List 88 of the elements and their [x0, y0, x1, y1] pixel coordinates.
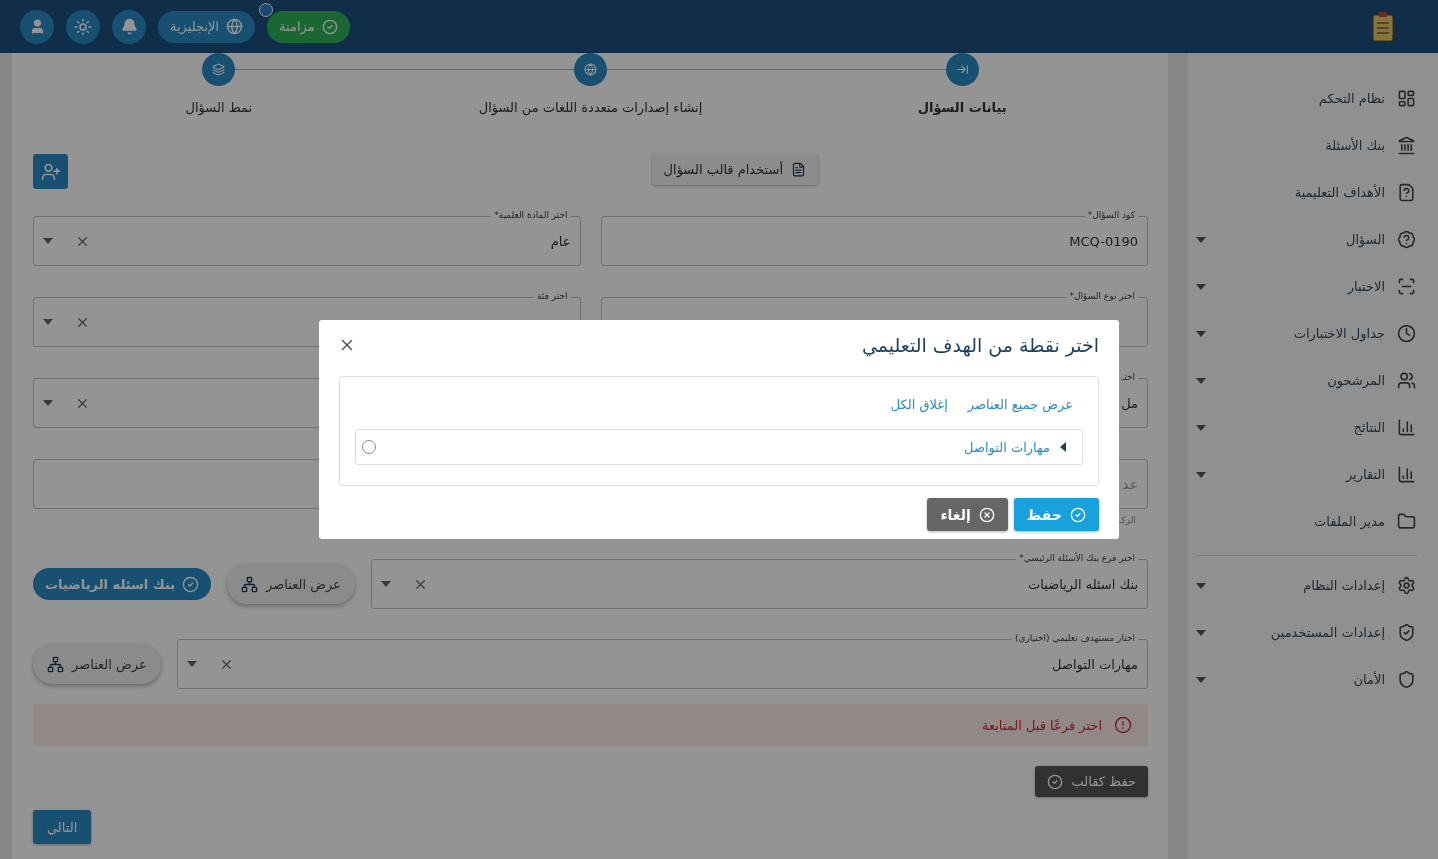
radio-button[interactable] [362, 440, 376, 454]
next-button[interactable]: التالي [33, 810, 92, 844]
check-icon [321, 18, 338, 35]
cancel-button[interactable]: إلغاء [927, 498, 1008, 531]
expand-all-link[interactable]: عرض جميع العناصر [967, 397, 1073, 412]
document-icon [791, 162, 806, 177]
menu-item-icon [1397, 418, 1416, 437]
selected-bank-chip: بنك اسئله الرياضيات [33, 568, 212, 600]
field-label: اختار مستهدف تعليمي (اختياري) [1011, 632, 1138, 644]
menu-item-icon [1397, 465, 1416, 484]
profile-button[interactable] [20, 9, 54, 44]
bell-icon [120, 18, 138, 35]
language-button[interactable]: الإنجليزية [158, 10, 256, 43]
collapse-all-link[interactable]: إغلاق الكل [890, 397, 948, 412]
field-label: اختر فئة [534, 290, 571, 302]
check-icon [1070, 506, 1086, 523]
save-as-template-button[interactable]: حفظ كقالب [1035, 766, 1148, 797]
menu-item-icon [1397, 670, 1416, 689]
menu-item-icon [1397, 623, 1416, 642]
menu-item-icon [1397, 324, 1416, 343]
menu-item-icon [1397, 89, 1416, 108]
add-user-icon [40, 161, 61, 182]
sidebar-item[interactable]: جداول الاختبارات [1196, 310, 1418, 357]
check-icon [1047, 773, 1064, 790]
menu-item-icon [1397, 277, 1416, 296]
sidebar-item[interactable]: الأمان [1196, 656, 1418, 703]
save-button[interactable]: حفظ [1013, 498, 1099, 531]
step-label[interactable]: بيانات السؤال [917, 100, 1007, 115]
field-label: اختـ [1118, 371, 1138, 383]
menu-item-icon [1397, 183, 1416, 202]
menu-item-icon [1397, 512, 1416, 531]
clipboard-logo [1370, 10, 1400, 43]
field-label: اختر المادة العلمية* [491, 209, 571, 221]
field-label: اختر فرع بنك الأسئلة الرئيسي* [1016, 552, 1138, 564]
globe-icon [226, 18, 244, 35]
notification-dot [259, 2, 274, 17]
dropdown-caret-icon[interactable] [186, 661, 197, 667]
dropdown-caret-icon[interactable] [43, 238, 53, 244]
sidebar-item[interactable]: النتائج [1196, 404, 1418, 451]
use-template-button[interactable]: أستخدام قالب السؤال [651, 154, 818, 185]
check-icon [182, 575, 200, 593]
sidebar-item[interactable]: نظام التحكم [1196, 75, 1418, 122]
sun-icon [74, 17, 92, 36]
menu-item-icon [1397, 576, 1416, 595]
step-label[interactable]: نمط السؤال [185, 100, 253, 115]
field-label: اختر نوع السؤال* [1066, 290, 1138, 302]
sidebar-item[interactable]: بنك الأسئلة [1196, 122, 1418, 169]
theme-button[interactable] [66, 9, 100, 44]
dropdown-caret-icon[interactable] [43, 400, 53, 406]
sidebar-item[interactable]: الاختبار [1196, 263, 1418, 310]
sidebar-item[interactable]: إعدادات المستخدمين [1196, 609, 1418, 656]
expand-caret-icon[interactable] [1060, 442, 1066, 452]
step-label[interactable]: إنشاء إصدارات متعددة اللغات من السؤال [478, 100, 703, 115]
hierarchy-icon [47, 655, 64, 673]
field-placeholder: عد [1122, 476, 1138, 492]
add-user-button[interactable] [33, 154, 68, 189]
step-icon [584, 63, 597, 76]
menu-item-icon [1397, 136, 1416, 155]
hierarchy-icon [241, 575, 259, 593]
menu-item-icon [1397, 230, 1416, 249]
dropdown-caret-icon[interactable] [43, 319, 53, 325]
tree-node[interactable]: مهارات التواصل [355, 429, 1083, 465]
step-icon [212, 63, 226, 76]
sidebar-item[interactable]: الأهداف التعليمية [1196, 169, 1418, 216]
sidebar-item[interactable]: إعدادات النظام [1196, 562, 1418, 609]
step-circle[interactable] [574, 53, 607, 86]
dropdown-caret-icon[interactable] [380, 581, 391, 587]
view-items-button[interactable]: عرض العناصر [33, 644, 161, 684]
close-icon [978, 506, 995, 523]
helper-text: الركـ [1118, 515, 1136, 525]
sidebar-item[interactable]: التقارير [1196, 451, 1418, 498]
sidebar-item[interactable]: مدير الملفات [1196, 498, 1418, 545]
field-value: عام [550, 233, 571, 249]
field-value: MCQ-0190 [1069, 233, 1138, 249]
field-value: بنك اسئله الرياضيات [1028, 576, 1138, 592]
sidebar-item[interactable]: المرشحون [1196, 357, 1418, 404]
alert-icon [1114, 716, 1132, 734]
field-label: كود السؤال* [1084, 209, 1138, 221]
field-value: مل [1121, 395, 1138, 411]
notifications-button[interactable] [112, 9, 146, 44]
step-icon [955, 63, 969, 76]
step-circle[interactable] [945, 53, 979, 86]
sidebar-item[interactable]: السؤال [1196, 216, 1418, 263]
alert-text: اختر فرعًا قبل المتابعة [981, 717, 1102, 733]
view-items-button[interactable]: عرض العناصر [227, 564, 355, 604]
field-value: مهارات التواصل [1052, 656, 1138, 672]
step-circle[interactable] [202, 53, 236, 86]
menu-item-icon [1397, 371, 1416, 390]
